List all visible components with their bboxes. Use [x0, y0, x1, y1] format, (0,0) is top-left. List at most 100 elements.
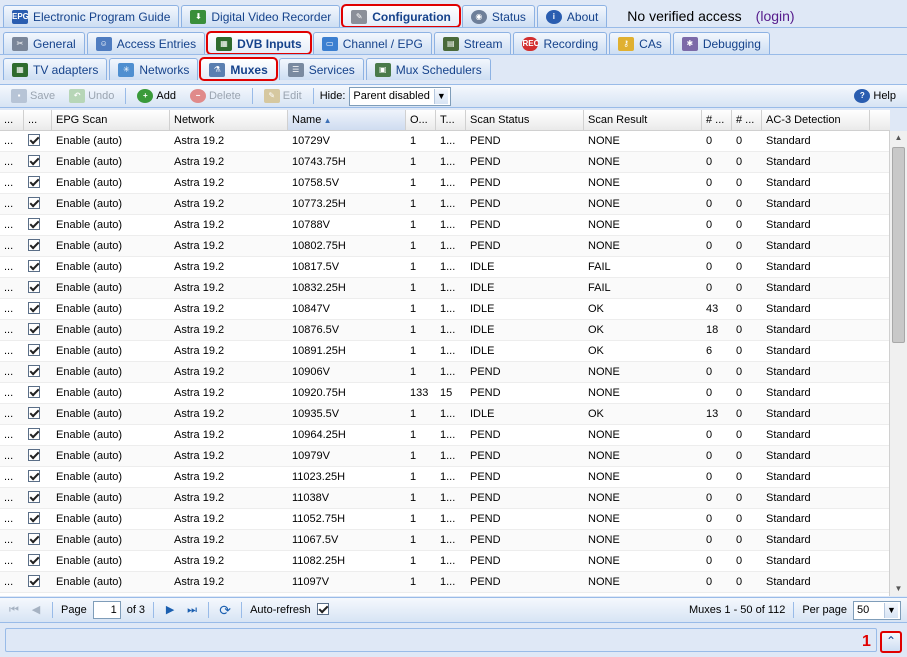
tab-channel-epg[interactable]: ▭ Channel / EPG: [312, 32, 432, 54]
cell-expand[interactable]: ...: [0, 299, 24, 319]
enabled-checkbox[interactable]: [28, 533, 40, 546]
tab-networks[interactable]: ✳ Networks: [109, 58, 199, 80]
enabled-checkbox[interactable]: [28, 197, 40, 210]
table-row[interactable]: ... Enable (auto) Astra 19.2 10920.75H 133 15…: [0, 383, 890, 404]
cell-expand[interactable]: ...: [0, 131, 24, 151]
tab-tv-adapters[interactable]: ▦ TV adapters: [3, 58, 108, 80]
header-col-scan-status[interactable]: Scan Status: [466, 110, 584, 130]
next-page-icon[interactable]: ▶: [162, 602, 178, 618]
add-button[interactable]: + Add: [132, 86, 181, 106]
tab-general[interactable]: ✂ General: [3, 32, 85, 54]
cell-expand[interactable]: ...: [0, 278, 24, 298]
enabled-checkbox[interactable]: [28, 134, 40, 147]
auto-refresh-checkbox[interactable]: [316, 603, 329, 615]
table-row[interactable]: ... Enable (auto) Astra 19.2 10935.5V 1 1... I…: [0, 404, 890, 425]
delete-button[interactable]: − Delete: [185, 86, 246, 106]
header-col-num-channels[interactable]: # ...: [732, 110, 762, 130]
tab-digital-video-recorder[interactable]: ⬇ Digital Video Recorder: [181, 5, 341, 27]
tab-about[interactable]: i About: [536, 5, 608, 27]
table-row[interactable]: ... Enable (auto) Astra 19.2 10817.5V 1 1... I…: [0, 257, 890, 278]
table-row[interactable]: ... Enable (auto) Astra 19.2 10876.5V 1 1... I…: [0, 320, 890, 341]
enabled-checkbox[interactable]: [28, 386, 40, 399]
tab-stream[interactable]: ▤ Stream: [433, 32, 512, 54]
cell-expand[interactable]: ...: [0, 509, 24, 529]
enabled-checkbox[interactable]: [28, 365, 40, 378]
cell-expand[interactable]: ...: [0, 530, 24, 550]
table-row[interactable]: ... Enable (auto) Astra 19.2 11082.25H 1 1...…: [0, 551, 890, 572]
cell-expand[interactable]: ...: [0, 572, 24, 592]
table-row[interactable]: ... Enable (auto) Astra 19.2 11067.5V 1 1... P…: [0, 530, 890, 551]
header-col-orbital[interactable]: O...: [406, 110, 436, 130]
enabled-checkbox[interactable]: [28, 260, 40, 273]
cell-expand[interactable]: ...: [0, 236, 24, 256]
table-row[interactable]: ... Enable (auto) Astra 19.2 10832.25H 1 1...…: [0, 278, 890, 299]
cell-expand[interactable]: ...: [0, 362, 24, 382]
cell-expand[interactable]: ...: [0, 488, 24, 508]
tab-muxes[interactable]: ⚗ Muxes: [199, 57, 278, 81]
enabled-checkbox[interactable]: [28, 281, 40, 294]
enabled-checkbox[interactable]: [28, 302, 40, 315]
vertical-scrollbar[interactable]: ▲ ▼: [889, 131, 907, 596]
cell-expand[interactable]: ...: [0, 383, 24, 403]
per-page-select[interactable]: 50 ▼: [853, 600, 901, 620]
cell-expand[interactable]: ...: [0, 257, 24, 277]
table-row[interactable]: ... Enable (auto) Astra 19.2 11052.75H 1 1...…: [0, 509, 890, 530]
table-row[interactable]: ... Enable (auto) Astra 19.2 10788V 1 1... PEN…: [0, 215, 890, 236]
hide-select[interactable]: Parent disabled ▼: [349, 86, 451, 106]
cell-expand[interactable]: ...: [0, 551, 24, 571]
header-col-tsid[interactable]: T...: [436, 110, 466, 130]
enabled-checkbox[interactable]: [28, 470, 40, 483]
header-col-expand[interactable]: ...: [0, 110, 24, 130]
table-row[interactable]: ... Enable (auto) Astra 19.2 11023.25H 1 1...…: [0, 467, 890, 488]
prev-page-icon[interactable]: ◀: [28, 602, 44, 618]
tab-recording[interactable]: REC Recording: [513, 32, 608, 54]
cell-expand[interactable]: ...: [0, 152, 24, 172]
page-input[interactable]: 1: [92, 601, 121, 619]
header-col-epg-scan[interactable]: EPG Scan: [52, 110, 170, 130]
login-link[interactable]: (login): [756, 8, 795, 24]
cell-expand[interactable]: ...: [0, 425, 24, 445]
table-row[interactable]: ... Enable (auto) Astra 19.2 10847V 1 1... IDL…: [0, 299, 890, 320]
first-page-icon[interactable]: ⏮: [6, 602, 22, 618]
tab-electronic-program-guide[interactable]: EPG Electronic Program Guide: [3, 5, 180, 27]
tab-cas[interactable]: ⚷ CAs: [609, 32, 671, 54]
header-col-num-services[interactable]: # ...: [702, 110, 732, 130]
tab-configuration[interactable]: ✎ Configuration: [341, 4, 461, 28]
table-row[interactable]: ... Enable (auto) Astra 19.2 10964.25H 1 1...…: [0, 425, 890, 446]
scroll-down-icon[interactable]: ▼: [890, 582, 907, 596]
tab-status[interactable]: ◉ Status: [461, 5, 535, 27]
enabled-checkbox[interactable]: [28, 449, 40, 462]
tab-debugging[interactable]: ✱ Debugging: [672, 32, 770, 54]
table-row[interactable]: ... Enable (auto) Astra 19.2 10773.25H 1 1...…: [0, 194, 890, 215]
enabled-checkbox[interactable]: [28, 218, 40, 231]
cell-expand[interactable]: ...: [0, 446, 24, 466]
header-col-network[interactable]: Network: [170, 110, 288, 130]
enabled-checkbox[interactable]: [28, 176, 40, 189]
edit-button[interactable]: ✎ Edit: [259, 86, 307, 106]
scrollbar-thumb[interactable]: [892, 147, 905, 343]
header-col-enabled[interactable]: ...: [24, 110, 52, 130]
help-button[interactable]: ? Help: [849, 86, 901, 106]
expand-log-button[interactable]: ⌃: [880, 631, 902, 653]
enabled-checkbox[interactable]: [28, 575, 40, 588]
cell-expand[interactable]: ...: [0, 341, 24, 361]
header-col-name[interactable]: Name ▲: [288, 110, 406, 130]
table-row[interactable]: ... Enable (auto) Astra 19.2 10891.25H 1 1...…: [0, 341, 890, 362]
tab-services[interactable]: ☰ Services: [278, 58, 364, 80]
cell-expand[interactable]: ...: [0, 320, 24, 340]
cell-expand[interactable]: ...: [0, 404, 24, 424]
tab-dvb-inputs[interactable]: ▦ DVB Inputs: [206, 31, 312, 55]
cell-expand[interactable]: ...: [0, 173, 24, 193]
table-row[interactable]: ... Enable (auto) Astra 19.2 11038V 1 1... PEN…: [0, 488, 890, 509]
cell-expand[interactable]: ...: [0, 194, 24, 214]
tab-mux-schedulers[interactable]: ▣ Mux Schedulers: [365, 58, 491, 80]
header-col-ac3-detection[interactable]: AC-3 Detection: [762, 110, 870, 130]
enabled-checkbox[interactable]: [28, 428, 40, 441]
enabled-checkbox[interactable]: [28, 512, 40, 525]
cell-expand[interactable]: ...: [0, 215, 24, 235]
tab-access-entries[interactable]: ☺ Access Entries: [86, 32, 206, 54]
enabled-checkbox[interactable]: [28, 239, 40, 252]
table-row[interactable]: ... Enable (auto) Astra 19.2 10758.5V 1 1... P…: [0, 173, 890, 194]
table-row[interactable]: ... Enable (auto) Astra 19.2 11097V 1 1... PEN…: [0, 572, 890, 593]
table-row[interactable]: ... Enable (auto) Astra 19.2 10729V 1 1... PEN…: [0, 131, 890, 152]
